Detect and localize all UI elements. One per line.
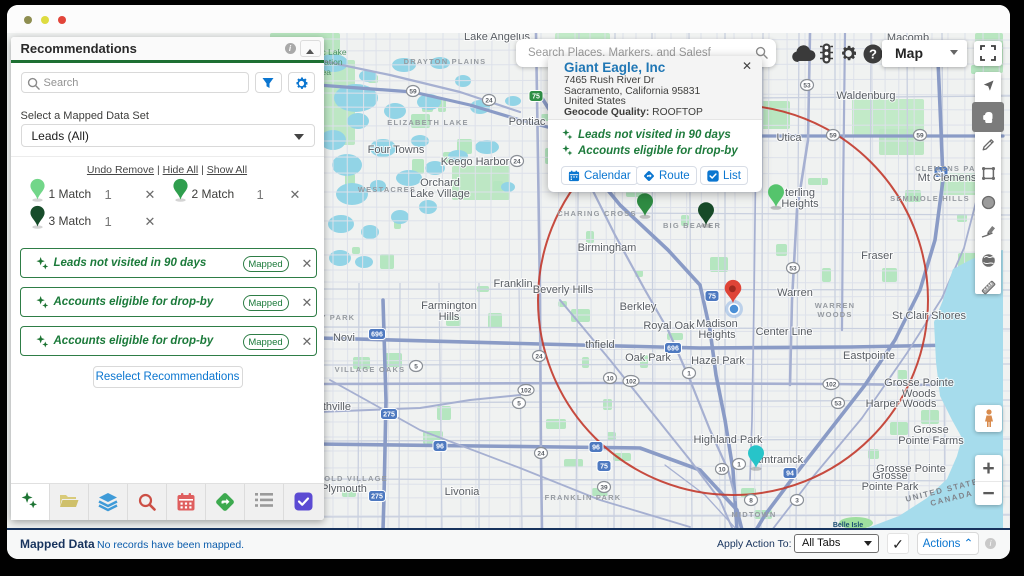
svg-text:Berkley: Berkley	[620, 301, 657, 313]
svg-text:Oak Park: Oak Park	[625, 352, 671, 364]
svg-text:Beverly Hills: Beverly Hills	[533, 284, 594, 296]
svg-text:24: 24	[535, 353, 543, 360]
svg-text:Franklin: Franklin	[493, 278, 532, 290]
svg-text:Royal Oak: Royal Oak	[643, 320, 695, 332]
svg-text:Livonia: Livonia	[445, 486, 481, 498]
svg-text:OLD VILLAGE: OLD VILLAGE	[324, 474, 388, 483]
svg-text:Hills: Hills	[439, 311, 460, 323]
svg-text:thfield: thfield	[585, 339, 614, 351]
svg-text:WOODS: WOODS	[817, 310, 852, 319]
svg-text:10: 10	[718, 466, 726, 473]
svg-text:SEMINOLE HILLS: SEMINOLE HILLS	[890, 194, 970, 203]
svg-text:Lake Village: Lake Village	[410, 188, 470, 200]
svg-text:CHARING CROSS: CHARING CROSS	[557, 209, 636, 218]
svg-text:Novi: Novi	[333, 332, 355, 344]
svg-text:5: 5	[414, 363, 418, 370]
svg-text:FRANKLIN PARK: FRANKLIN PARK	[545, 493, 622, 502]
svg-text:Four Towns: Four Towns	[368, 144, 425, 156]
svg-text:53: 53	[789, 265, 797, 272]
svg-text:59: 59	[409, 88, 417, 95]
svg-text:MIDTOWN: MIDTOWN	[732, 510, 777, 519]
svg-text:Pointe Park: Pointe Park	[862, 481, 919, 493]
svg-text:St Clair Shores: St Clair Shores	[892, 310, 966, 322]
svg-text:Utica: Utica	[776, 132, 802, 144]
svg-text:1: 1	[737, 461, 741, 468]
svg-text:5: 5	[517, 400, 521, 407]
svg-text:Warren: Warren	[777, 287, 813, 299]
svg-text:Plymouth: Plymouth	[321, 483, 367, 495]
svg-text:Heights: Heights	[781, 198, 819, 210]
svg-text:Highland Park: Highland Park	[693, 434, 763, 446]
svg-text:ELIZABETH LAKE: ELIZABETH LAKE	[387, 118, 468, 127]
svg-text:24: 24	[485, 97, 493, 104]
svg-text:Woods: Woods	[902, 388, 937, 400]
svg-text:Pontiac: Pontiac	[509, 116, 546, 128]
svg-text:Heights: Heights	[698, 329, 736, 341]
svg-text:39: 39	[600, 484, 608, 491]
svg-text:Fraser: Fraser	[861, 250, 893, 262]
svg-text:?: ?	[869, 47, 877, 62]
svg-text:DRAYTON PLAINS: DRAYTON PLAINS	[404, 57, 487, 66]
svg-text:Mt Clemens: Mt Clemens	[918, 172, 977, 184]
svg-text:102: 102	[826, 381, 837, 388]
svg-text:Pointe Farms: Pointe Farms	[898, 435, 964, 447]
svg-text:75: 75	[708, 294, 716, 301]
svg-text:53: 53	[834, 400, 842, 407]
svg-text:75: 75	[532, 94, 540, 101]
svg-text:59: 59	[829, 132, 837, 139]
svg-text:94: 94	[786, 471, 794, 478]
svg-text:102: 102	[626, 378, 637, 385]
svg-text:59: 59	[916, 132, 924, 139]
svg-text:3: 3	[795, 497, 799, 504]
svg-text:96: 96	[436, 444, 444, 451]
svg-text:24: 24	[513, 158, 521, 165]
svg-text:275: 275	[371, 494, 383, 501]
svg-text:96: 96	[592, 445, 600, 452]
svg-text:BIG BEAVER: BIG BEAVER	[663, 221, 721, 230]
svg-text:275: 275	[383, 412, 395, 419]
svg-text:24: 24	[537, 450, 545, 457]
svg-text:Eastpointe: Eastpointe	[843, 350, 895, 362]
svg-text:WESTACRES: WESTACRES	[358, 185, 416, 194]
svg-text:Keego Harbor: Keego Harbor	[441, 156, 510, 168]
svg-text:696: 696	[371, 332, 383, 339]
svg-text:Birmingham: Birmingham	[578, 242, 637, 254]
svg-text:Waldenburg: Waldenburg	[837, 90, 896, 102]
svg-text:1: 1	[687, 370, 691, 377]
svg-text:Center Line: Center Line	[756, 326, 813, 338]
svg-text:53: 53	[803, 82, 811, 89]
svg-text:WARREN: WARREN	[815, 301, 856, 310]
svg-text:VILLAGE OAKS: VILLAGE OAKS	[335, 365, 406, 374]
svg-text:102: 102	[521, 387, 532, 394]
svg-text:8: 8	[749, 497, 753, 504]
svg-text:75: 75	[600, 464, 608, 471]
svg-text:10: 10	[606, 375, 614, 382]
svg-text:Hazel Park: Hazel Park	[691, 355, 745, 367]
